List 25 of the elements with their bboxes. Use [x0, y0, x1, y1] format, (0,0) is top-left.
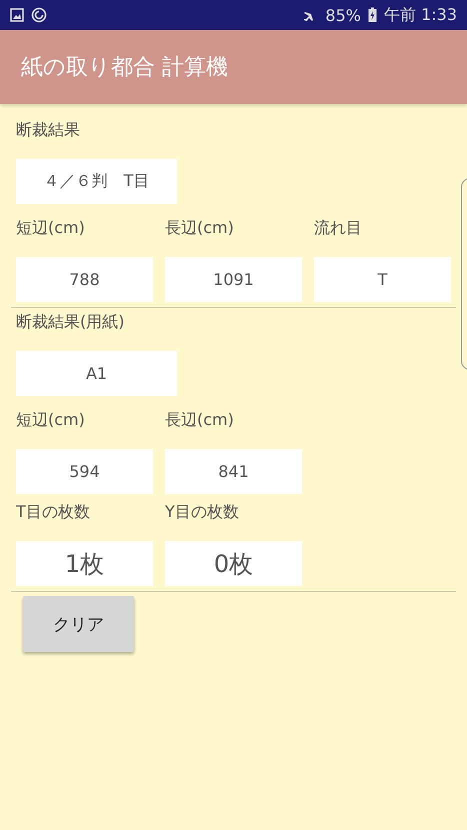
field-label: 長辺(cm)	[165, 410, 235, 431]
spiral-icon	[31, 7, 47, 23]
field-label: Y目の枚数	[165, 502, 240, 523]
value-field[interactable]: T	[314, 257, 451, 302]
field-label: 長辺(cm)	[165, 218, 235, 239]
field-label: 断裁結果(用紙)	[16, 312, 126, 333]
result-field[interactable]: ４／６判 T目	[16, 159, 177, 204]
value-field[interactable]: 594	[16, 449, 153, 494]
field-label: T目の枚数	[16, 502, 91, 523]
battery-percentage: 85%	[325, 6, 361, 24]
app-title: 紙の取り都合 計算機	[21, 54, 228, 82]
value-field[interactable]: 1091	[165, 257, 302, 302]
value-field[interactable]: 0枚	[165, 541, 302, 586]
field-label: 短辺(cm)	[16, 410, 86, 431]
result-field[interactable]: A1	[16, 351, 177, 396]
clock: 午前 1:33	[384, 4, 457, 26]
field-label: 断裁結果	[16, 120, 81, 141]
image-icon	[10, 8, 24, 22]
value-field[interactable]: 788	[16, 257, 153, 302]
clear-button[interactable]: クリア	[23, 596, 134, 652]
field-label: 短辺(cm)	[16, 218, 86, 239]
value-field[interactable]: 1枚	[16, 541, 153, 586]
field-label: 流れ目	[314, 218, 363, 239]
value-field[interactable]: 841	[165, 449, 302, 494]
battery-icon	[368, 7, 377, 23]
